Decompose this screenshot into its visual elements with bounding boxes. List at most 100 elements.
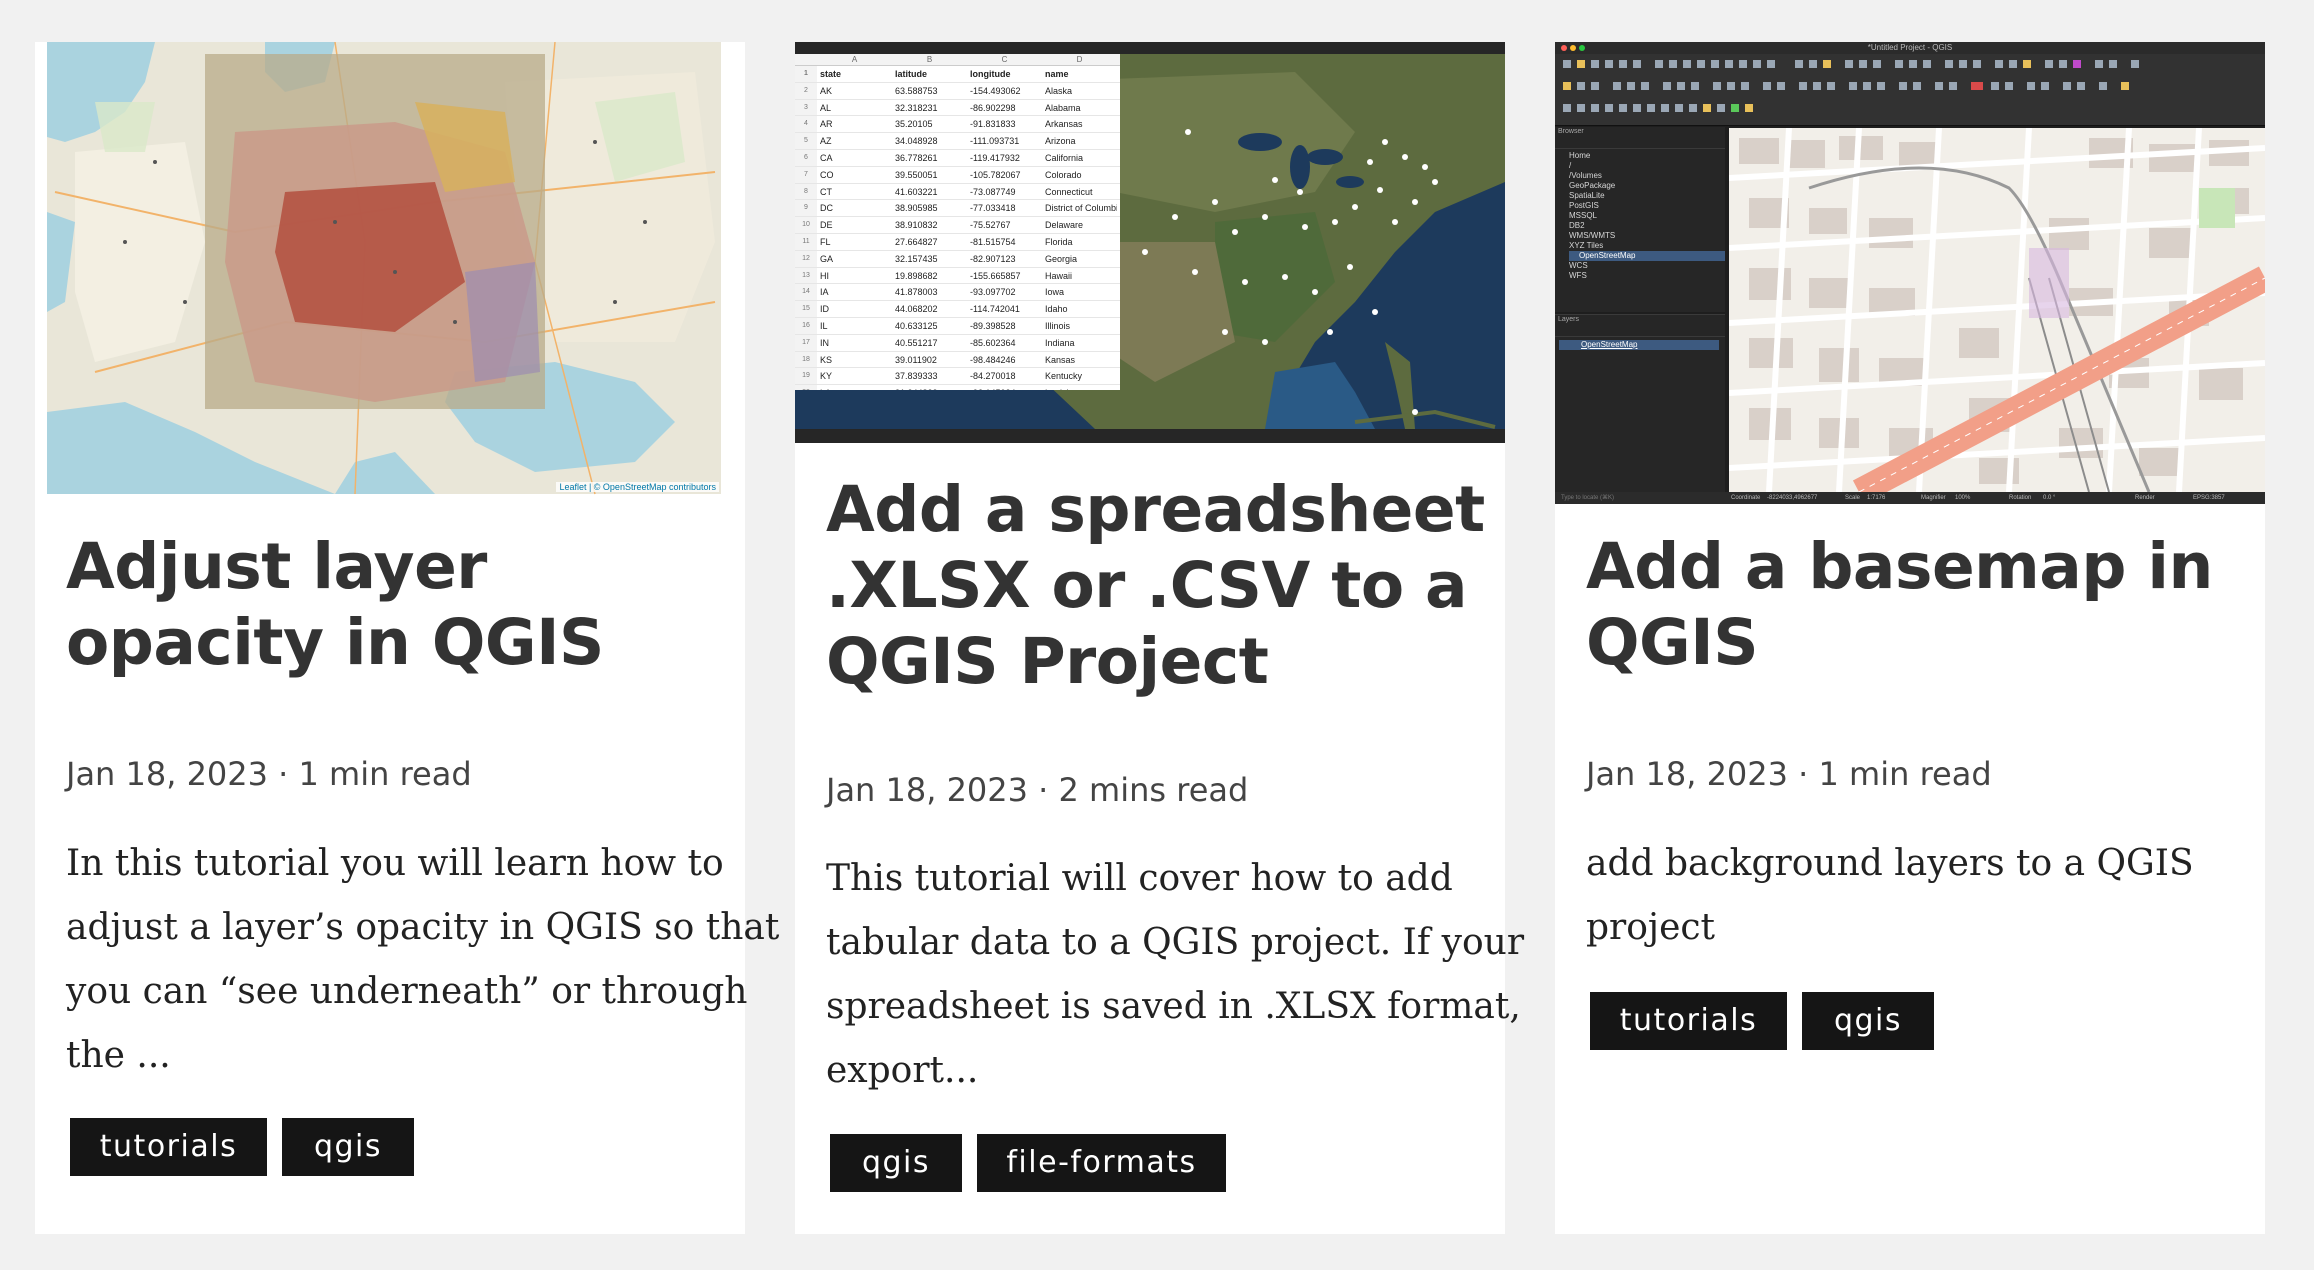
browser-item[interactable]: / bbox=[1569, 161, 1725, 171]
spreadsheet-row: 20LA31.244823-92.145024Louisiana bbox=[795, 385, 1120, 390]
row-number: 17 bbox=[795, 334, 817, 351]
spreadsheet-cell: -114.742041 bbox=[970, 304, 1020, 315]
spreadsheet-cell: Colorado bbox=[1045, 169, 1082, 180]
post-title-line: Add a spreadsheet bbox=[826, 473, 1485, 546]
layers-panel: Layers OpenStreetMap bbox=[1555, 314, 1725, 494]
browser-item[interactable]: OpenStreetMap bbox=[1569, 251, 1725, 261]
post-title-line: .XLSX or .CSV to a bbox=[826, 549, 1468, 622]
spreadsheet-cell: -84.270018 bbox=[970, 371, 1016, 382]
spreadsheet-row: 19 KY 37.839333 -84.270018 Kentucky bbox=[795, 368, 1120, 386]
spreadsheet-cell: 35.20105 bbox=[895, 119, 933, 130]
browser-item[interactable]: WMS/WMTS bbox=[1569, 231, 1725, 241]
spreadsheet-cell: DC bbox=[820, 203, 833, 214]
browser-item[interactable]: WFS bbox=[1569, 271, 1725, 281]
spreadsheet-cell: 32.318231 bbox=[895, 102, 938, 113]
spreadsheet-cell: -92.145024 bbox=[967, 385, 1042, 390]
excerpt-line: you can “see underneath” or through bbox=[66, 971, 748, 1012]
spreadsheet-cell: FL bbox=[820, 236, 831, 247]
spreadsheet-cell: Georgia bbox=[1045, 253, 1078, 264]
browser-item[interactable]: PostGIS bbox=[1569, 201, 1725, 211]
post-title-line: opacity in QGIS bbox=[66, 606, 604, 679]
post-card-adjust-opacity[interactable]: Leaflet | © OpenStreetMap contributors A… bbox=[35, 42, 779, 1234]
column-letter: D bbox=[1076, 55, 1083, 64]
qgis-status-bar: Type to locate (⌘K) Coordinate -8224033,… bbox=[1555, 492, 2265, 504]
browser-item[interactable]: /Volumes bbox=[1569, 171, 1725, 181]
browser-item[interactable]: SpatiaLite bbox=[1569, 191, 1725, 201]
tag-qgis[interactable]: qgis bbox=[830, 1134, 962, 1192]
post-excerpt: add background layers to a QGIS project bbox=[1586, 832, 2194, 960]
browser-item[interactable]: MSSQL bbox=[1569, 211, 1725, 221]
layer-item-openstreetmap[interactable]: OpenStreetMap bbox=[1559, 340, 1719, 350]
qgis-map-canvas[interactable] bbox=[1729, 128, 2265, 492]
spreadsheet-cell: -98.484246 bbox=[970, 354, 1016, 365]
excerpt-line: This tutorial will cover how to add bbox=[826, 858, 1453, 899]
spreadsheet-cell: IN bbox=[820, 337, 829, 348]
excerpt-line: project bbox=[1586, 907, 1716, 948]
meta-separator: · bbox=[1798, 755, 1819, 793]
tag-file-formats[interactable]: file-formats bbox=[977, 1134, 1226, 1192]
post-title[interactable]: Adjust layer opacity in QGIS bbox=[66, 529, 604, 681]
row-number: 6 bbox=[795, 149, 817, 166]
browser-panel-title: Browser bbox=[1558, 128, 1584, 135]
crs-value[interactable]: EPSG:3857 bbox=[2193, 492, 2225, 504]
post-thumbnail[interactable]: Leaflet | © OpenStreetMap contributors bbox=[35, 42, 745, 500]
row-number: 1 bbox=[795, 66, 817, 82]
tag-qgis[interactable]: qgis bbox=[282, 1118, 414, 1176]
spreadsheet-row: 14 IA 41.878003 -93.097702 Iowa bbox=[795, 284, 1120, 302]
post-title-line: QGIS bbox=[1586, 606, 1759, 679]
spreadsheet-cell: 31.244823 bbox=[892, 385, 967, 390]
spreadsheet-cell: 40.633125 bbox=[895, 320, 938, 331]
row-number: 9 bbox=[795, 200, 817, 217]
browser-item[interactable]: GeoPackage bbox=[1569, 181, 1725, 191]
post-thumbnail[interactable]: *Untitled Project - QGIS Browser Home / … bbox=[1555, 42, 2265, 504]
spreadsheet-cell: 44.068202 bbox=[895, 304, 938, 315]
spreadsheet-cell: ID bbox=[820, 304, 829, 315]
post-card-add-spreadsheet[interactable]: A B C D 1 state latitude longitude name 2 AK 63… bbox=[795, 42, 1524, 1234]
spreadsheet-cell: AL bbox=[820, 102, 832, 113]
post-meta: Jan 18, 2023 · 1 min read bbox=[1586, 755, 1992, 793]
row-number: 12 bbox=[795, 250, 817, 267]
post-thumbnail[interactable]: A B C D 1 state latitude longitude name 2 AK 63… bbox=[795, 42, 1505, 443]
spreadsheet-row: 2 AK 63.588753 -154.493062 Alaska bbox=[795, 82, 1120, 100]
spreadsheet-cell: LA bbox=[817, 385, 892, 390]
tag-tutorials[interactable]: tutorials bbox=[70, 1118, 267, 1176]
row-number: 4 bbox=[795, 116, 817, 133]
rotation-value[interactable]: 0.0 ° bbox=[2043, 492, 2055, 504]
browser-panel: Browser Home //Volumes GeoPackage SpatiaLit… bbox=[1555, 127, 1725, 312]
magnifier-value[interactable]: 100% bbox=[1955, 492, 1970, 504]
post-title[interactable]: Add a basemap in QGIS bbox=[1586, 529, 2213, 681]
browser-item[interactable]: Home bbox=[1569, 151, 1725, 161]
post-title[interactable]: Add a spreadsheet .XLSX or .CSV to a QGI… bbox=[826, 472, 1485, 700]
spreadsheet-cell: Iowa bbox=[1045, 287, 1065, 298]
row-number: 19 bbox=[795, 368, 817, 385]
browser-item[interactable]: WCS bbox=[1569, 261, 1725, 271]
coordinate-label: Coordinate bbox=[1731, 495, 1761, 501]
spreadsheet-cell: Arkansas bbox=[1045, 119, 1083, 130]
spreadsheet-cell: -154.493062 bbox=[970, 85, 1021, 96]
scale-value[interactable]: 1:7176 bbox=[1867, 492, 1885, 504]
row-number: 16 bbox=[795, 317, 817, 334]
spreadsheet-row: 12 GA 32.157435 -82.907123 Georgia bbox=[795, 250, 1120, 268]
spreadsheet-cell: -81.515754 bbox=[970, 236, 1016, 247]
spreadsheet-cell: 27.664827 bbox=[895, 236, 938, 247]
tag-qgis[interactable]: qgis bbox=[1802, 992, 1934, 1050]
spreadsheet-cell: Indiana bbox=[1045, 337, 1075, 348]
spreadsheet-cell: HI bbox=[820, 270, 829, 281]
spreadsheet-header-row: 1 state latitude longitude name bbox=[795, 66, 1120, 83]
spreadsheet-row: 5 AZ 34.048928 -111.093731 Arizona bbox=[795, 133, 1120, 150]
excerpt-line: adjust a layer’s opacity in QGIS so that bbox=[66, 907, 780, 948]
spreadsheet-cell: Louisiana bbox=[1042, 385, 1117, 390]
browser-item[interactable]: XYZ Tiles bbox=[1569, 241, 1725, 251]
spreadsheet-cell: Arizona bbox=[1045, 136, 1076, 147]
browser-toolbar bbox=[1555, 137, 1725, 149]
browser-item[interactable]: DB2 bbox=[1569, 221, 1725, 231]
locate-input[interactable]: Type to locate (⌘K) bbox=[1561, 492, 1691, 504]
post-card-add-basemap[interactable]: *Untitled Project - QGIS Browser Home / … bbox=[1555, 42, 2265, 1234]
spreadsheet-cell: KY bbox=[820, 371, 833, 382]
browser-tree: Home //Volumes GeoPackage SpatiaLite PostGIS… bbox=[1555, 149, 1725, 281]
spreadsheet-row: 3 AL 32.318231 -86.902298 Alabama bbox=[795, 99, 1120, 117]
spreadsheet-cell: 39.011902 bbox=[895, 354, 937, 365]
render-label[interactable]: Render bbox=[2135, 492, 2155, 504]
post-meta: Jan 18, 2023 · 1 min read bbox=[66, 755, 472, 793]
tag-tutorials[interactable]: tutorials bbox=[1590, 992, 1787, 1050]
